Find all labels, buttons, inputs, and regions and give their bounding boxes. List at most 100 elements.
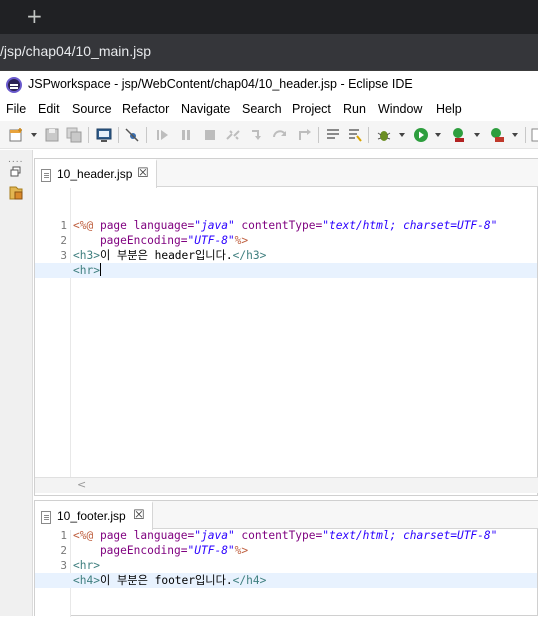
step-return-icon[interactable] (296, 127, 312, 143)
suspend-icon[interactable] (178, 127, 194, 143)
code-token: contentType= (234, 219, 323, 232)
code-token: <h3> (73, 249, 100, 262)
restore-icon[interactable] (6, 164, 26, 182)
tab-10-footer[interactable]: 10_footer.jsp ☒ (35, 501, 153, 530)
scroll-left-icon[interactable]: < (77, 478, 86, 491)
window-title-bar: JSPworkspace - jsp/WebContent/chap04/10_… (0, 72, 538, 98)
menu-run[interactable]: Run (343, 102, 366, 116)
toolbar-separator (118, 127, 119, 143)
drop-to-frame-icon[interactable] (325, 127, 341, 143)
code-token: </h4> (232, 574, 267, 587)
code-token: "text/html; charset=UTF-8" (322, 529, 498, 542)
browser-tab-bar: + (0, 0, 538, 34)
console-icon[interactable] (96, 127, 112, 143)
address-text: /jsp/chap04/10_main.jsp (0, 43, 151, 59)
code-token: pageEncoding= (73, 234, 188, 247)
external-tools-dropdown-icon[interactable] (512, 133, 518, 137)
code-line[interactable]: <%@ page language="java" contentType="te… (73, 218, 537, 233)
left-trim-stack: .... (0, 150, 33, 616)
code-token: "java" (194, 219, 235, 232)
window-title: JSPworkspace - jsp/WebContent/chap04/10_… (28, 77, 413, 91)
code-token: "text/html; charset=UTF-8" (322, 219, 498, 232)
code-token: language= (133, 529, 195, 542)
code-area[interactable]: <%@ page language="java" contentType="te… (35, 188, 537, 477)
debug-icon[interactable] (376, 127, 392, 143)
line-number: 1 (60, 529, 67, 542)
step-into-icon[interactable] (249, 127, 265, 143)
use-step-filters-icon[interactable] (347, 127, 363, 143)
code-token: 이 부분은 header입니다. (99, 249, 233, 262)
open-type-icon[interactable] (531, 127, 538, 143)
new-dropdown-icon[interactable] (31, 133, 37, 137)
code-line[interactable]: pageEncoding="UTF-8"%> (73, 233, 537, 248)
code-token: <%@ (73, 219, 100, 232)
horizontal-scrollbar[interactable]: < (35, 477, 538, 493)
step-over-icon[interactable] (272, 127, 288, 143)
toolbar-separator (368, 127, 369, 143)
editor-header: 10_header.jsp ☒ 1 2 3 4 <%@ page languag… (34, 158, 538, 496)
tab-10-header[interactable]: 10_header.jsp ☒ (35, 159, 157, 188)
jsp-file-icon (41, 169, 51, 182)
line-number: 3 (60, 249, 67, 262)
menu-file[interactable]: File (6, 102, 26, 116)
line-number: 1 (60, 219, 67, 232)
line-number-ruler: 1 2 3 4 (35, 188, 71, 477)
terminate-icon[interactable] (202, 127, 218, 143)
code-token: 이 부분은 footer입니다. (99, 574, 233, 587)
code-token: page (99, 529, 134, 542)
code-token: contentType= (234, 529, 323, 542)
save-icon[interactable] (44, 127, 60, 143)
text-caret (99, 263, 101, 276)
coverage-icon[interactable] (451, 127, 467, 143)
menu-refactor[interactable]: Refactor (122, 102, 169, 116)
code-token: "UTF-8" (187, 544, 235, 557)
toolbar-separator (88, 127, 89, 143)
resume-icon[interactable] (154, 127, 170, 143)
code-line[interactable]: <hr> (35, 263, 537, 278)
run-icon[interactable] (413, 127, 429, 143)
code-token: <h4> (73, 574, 100, 587)
menu-navigate[interactable]: Navigate (181, 102, 230, 116)
menu-window[interactable]: Window (378, 102, 422, 116)
editor-tab-strip: 10_header.jsp ☒ (35, 159, 538, 188)
code-token: language= (133, 219, 195, 232)
code-token: </h3> (232, 249, 267, 262)
code-line[interactable]: <h3>이 부분은 header입니다.</h3> (73, 248, 537, 263)
save-all-icon[interactable] (66, 127, 82, 143)
toolbar-separator (318, 127, 319, 143)
code-area[interactable]: <%@ page language="java" contentType="te… (35, 528, 537, 617)
line-number: 3 (60, 559, 67, 572)
skip-breakpoints-icon[interactable] (124, 127, 140, 143)
code-line[interactable]: <hr> (73, 558, 537, 573)
code-token: <hr> (73, 264, 100, 277)
line-number: 2 (60, 544, 67, 557)
menu-search[interactable]: Search (242, 102, 282, 116)
menu-project[interactable]: Project (292, 102, 331, 116)
code-line[interactable]: pageEncoding="UTF-8"%> (73, 543, 537, 558)
menu-help[interactable]: Help (436, 102, 462, 116)
code-line[interactable]: <h4>이 부분은 footer입니다.</h4> (35, 573, 537, 588)
new-icon[interactable] (8, 127, 24, 143)
code-token: pageEncoding= (73, 544, 188, 557)
close-tab-icon[interactable]: ☒ (133, 508, 145, 523)
debug-dropdown-icon[interactable] (399, 133, 405, 137)
code-token: <%@ (73, 529, 100, 542)
toolbar-separator (146, 127, 147, 143)
close-tab-icon[interactable]: ☒ (137, 166, 149, 181)
disconnect-icon[interactable] (225, 127, 241, 143)
code-token: "UTF-8" (187, 234, 235, 247)
browser-address-bar[interactable]: /jsp/chap04/10_main.jsp (0, 34, 538, 70)
run-dropdown-icon[interactable] (435, 133, 441, 137)
editor-footer: 10_footer.jsp ☒ 1 2 3 4 <%@ page languag… (34, 500, 538, 617)
coverage-dropdown-icon[interactable] (474, 133, 480, 137)
menu-source[interactable]: Source (72, 102, 112, 116)
package-explorer-icon[interactable] (6, 184, 26, 202)
external-tools-icon[interactable] (489, 127, 505, 143)
eclipse-logo-icon (6, 77, 22, 93)
code-line[interactable]: <%@ page language="java" contentType="te… (73, 528, 537, 543)
tab-label: 10_header.jsp (57, 167, 133, 181)
editor-tab-strip: 10_footer.jsp ☒ (35, 501, 538, 530)
line-number: 2 (60, 234, 67, 247)
menu-edit[interactable]: Edit (38, 102, 60, 116)
new-tab-button[interactable]: + (26, 6, 43, 26)
